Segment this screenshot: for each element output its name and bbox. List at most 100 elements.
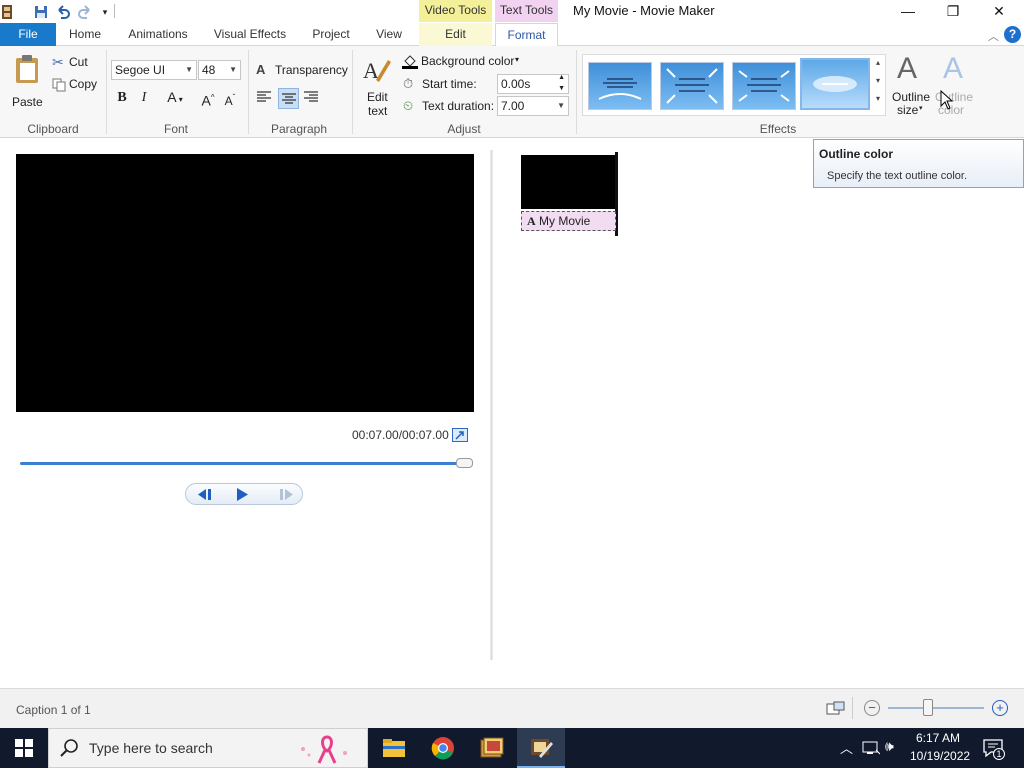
- grow-font-button[interactable]: A^: [198, 88, 218, 109]
- zoom-slider-track[interactable]: [888, 707, 984, 709]
- search-icon: [59, 738, 79, 761]
- qat-divider: [114, 4, 115, 18]
- clock-time[interactable]: 6:17 AM: [916, 731, 960, 745]
- status-bar: Caption 1 of 1 − +: [0, 688, 1024, 728]
- network-icon[interactable]: [862, 740, 881, 759]
- seek-thumb[interactable]: [456, 458, 473, 468]
- close-button[interactable]: ✕: [976, 0, 1022, 23]
- align-right-icon: [304, 91, 318, 102]
- paint-bucket-icon: [402, 53, 418, 72]
- tab-edit[interactable]: Edit: [419, 23, 492, 46]
- align-right-button[interactable]: [303, 90, 321, 108]
- tab-visual-effects[interactable]: Visual Effects: [206, 23, 294, 46]
- caption-text-icon: A: [527, 214, 536, 228]
- paste-button[interactable]: Paste: [10, 52, 44, 109]
- gallery-scroll-up-icon[interactable]: ▴: [876, 58, 880, 67]
- chevron-down-icon: ▾: [515, 55, 520, 64]
- duration-clock-icon: ⏲: [403, 98, 414, 113]
- outline-size-button[interactable]: A Outline size ▾: [891, 52, 933, 117]
- font-color-button[interactable]: A ▾: [160, 87, 190, 107]
- edit-text-button[interactable]: A Edit text: [360, 54, 394, 118]
- folder-icon: [383, 739, 405, 757]
- ribbon: Paste ✂ Cut Copy Clipboard Segoe UI ▼ 48…: [0, 46, 1024, 138]
- play-button[interactable]: [234, 486, 256, 503]
- chrome-icon: [431, 737, 454, 760]
- pane-splitter[interactable]: [490, 150, 493, 660]
- start-time-spinner[interactable]: 0.00s ▲ ▼: [497, 74, 569, 94]
- adjust-group-label: Adjust: [447, 122, 481, 136]
- outline-size-icon: A: [897, 52, 918, 85]
- text-duration-value: 7.00: [501, 99, 525, 113]
- bold-button[interactable]: B: [112, 88, 132, 108]
- tab-home[interactable]: Home: [60, 23, 110, 46]
- photo-gallery-icon: [480, 737, 504, 758]
- text-duration-select[interactable]: 7.00 ▼: [497, 96, 569, 116]
- copy-button[interactable]: Copy: [52, 76, 102, 94]
- start-time-label: Start time:: [422, 77, 477, 91]
- tooltip: Outline color Specify the text outline c…: [813, 139, 1024, 188]
- help-icon[interactable]: ?: [1004, 26, 1021, 43]
- storyboard-clip[interactable]: [521, 155, 616, 209]
- undo-icon[interactable]: [55, 4, 71, 20]
- video-tools-context-tab: Video Tools: [419, 0, 492, 22]
- tab-view[interactable]: View: [367, 23, 411, 46]
- next-frame-button[interactable]: [274, 487, 298, 502]
- previous-frame-button[interactable]: [194, 487, 226, 502]
- font-family-value: Segoe UI: [115, 63, 166, 77]
- zoom-in-icon[interactable]: +: [992, 700, 1008, 716]
- chevron-down-icon: ▾: [919, 105, 923, 112]
- customize-toolbar-icon[interactable]: ▾: [97, 4, 113, 20]
- playback-time: 00:07.00/00:07.00: [352, 428, 449, 442]
- taskbar-file-explorer[interactable]: [370, 728, 418, 768]
- redo-icon[interactable]: [77, 4, 93, 20]
- zoom-out-icon[interactable]: −: [864, 700, 880, 716]
- taskbar-search-box[interactable]: Type here to search: [48, 728, 368, 768]
- effect-thumbnail[interactable]: [588, 62, 652, 110]
- outline-size-label-line2: size: [897, 103, 919, 117]
- pink-ribbon-icon: [295, 735, 355, 768]
- background-color-label: Background color: [421, 54, 515, 68]
- restore-button[interactable]: ❐: [930, 0, 976, 23]
- group-separator: [352, 50, 353, 134]
- effect-thumbnail[interactable]: [732, 62, 796, 110]
- shrink-font-button[interactable]: Aˇ: [220, 88, 240, 108]
- thumbnail-size-icon[interactable]: [826, 701, 846, 720]
- gallery-more-icon[interactable]: ▾: [876, 94, 880, 103]
- transparency-button[interactable]: A Transparency: [256, 62, 348, 80]
- tab-animations[interactable]: Animations: [120, 23, 196, 46]
- fullscreen-preview-button[interactable]: [452, 428, 468, 442]
- italic-button[interactable]: I: [134, 88, 154, 108]
- start-button[interactable]: [0, 728, 48, 768]
- zoom-slider-thumb[interactable]: [923, 699, 933, 716]
- background-color-button[interactable]: Background color ▾: [402, 53, 524, 71]
- spinner-arrows-icon[interactable]: ▲ ▼: [558, 72, 565, 94]
- gallery-scroll-down-icon[interactable]: ▾: [876, 76, 880, 85]
- next-frame-icon: [280, 489, 293, 500]
- align-left-button[interactable]: [256, 90, 274, 108]
- paste-label: Paste: [12, 95, 43, 109]
- effect-thumbnail-selected[interactable]: [800, 58, 870, 110]
- video-preview[interactable]: [16, 154, 474, 412]
- align-center-icon: [282, 93, 296, 104]
- caption-item[interactable]: A My Movie: [521, 211, 616, 231]
- taskbar-movie-maker[interactable]: [517, 728, 565, 768]
- cut-button[interactable]: ✂ Cut: [52, 54, 102, 72]
- effect-thumbnail[interactable]: [660, 62, 724, 110]
- font-family-select[interactable]: Segoe UI ▼: [111, 60, 197, 80]
- tab-project[interactable]: Project: [305, 23, 357, 46]
- ribbon-tab-row: File Home Animations Visual Effects Proj…: [0, 23, 1024, 47]
- seek-bar[interactable]: [20, 462, 470, 465]
- tab-format[interactable]: Format: [495, 23, 558, 47]
- align-center-button[interactable]: [278, 88, 299, 109]
- outline-color-icon: A: [943, 52, 964, 85]
- clock-date[interactable]: 10/19/2022: [910, 749, 970, 763]
- taskbar-chrome[interactable]: [419, 728, 467, 768]
- collapse-ribbon-icon[interactable]: ︿: [988, 28, 999, 44]
- font-size-select[interactable]: 48 ▼: [198, 60, 241, 80]
- volume-icon[interactable]: 🕪: [885, 738, 894, 755]
- save-icon[interactable]: [33, 4, 49, 20]
- taskbar-photo-gallery[interactable]: [468, 728, 516, 768]
- show-hidden-icons-icon[interactable]: ︿: [840, 738, 853, 757]
- minimize-button[interactable]: —: [885, 0, 931, 23]
- tab-file[interactable]: File: [0, 23, 56, 46]
